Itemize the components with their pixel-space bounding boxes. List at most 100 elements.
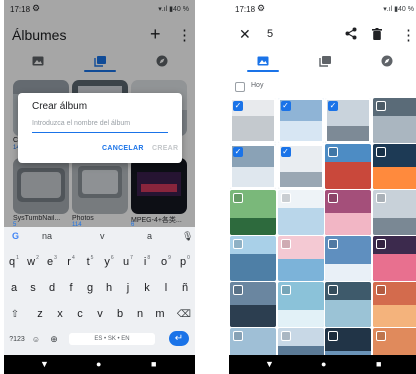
- album-name-input[interactable]: Introduzca el nombre del álbum: [32, 117, 168, 133]
- recents-icon[interactable]: ■: [151, 359, 156, 369]
- key-m[interactable]: m: [151, 304, 169, 324]
- back-icon[interactable]: ▼: [265, 359, 274, 369]
- unchecked-checkbox-icon[interactable]: [233, 331, 243, 341]
- key-ñ[interactable]: ñ: [176, 278, 194, 298]
- suggestion-item[interactable]: na: [42, 231, 52, 241]
- photo-thumbnail[interactable]: ✓: [325, 98, 371, 143]
- emoji-key[interactable]: ☺: [29, 329, 43, 349]
- photo-thumbnail[interactable]: ✓: [277, 144, 324, 189]
- backspace-key[interactable]: ⌫: [175, 304, 193, 324]
- key-c[interactable]: c: [71, 304, 89, 324]
- checked-checkbox-icon[interactable]: ✓: [233, 101, 243, 111]
- cancel-button[interactable]: CANCELAR: [102, 145, 144, 152]
- key-g[interactable]: g: [81, 278, 99, 298]
- key-d[interactable]: d: [43, 278, 61, 298]
- key-v[interactable]: v: [91, 304, 109, 324]
- key-n[interactable]: n: [131, 304, 149, 324]
- unchecked-checkbox-icon[interactable]: [328, 193, 338, 203]
- unchecked-checkbox-icon[interactable]: [233, 285, 243, 295]
- key-p[interactable]: p0: [176, 252, 194, 272]
- shift-key[interactable]: ⇧: [6, 304, 24, 324]
- key-s[interactable]: s: [24, 278, 42, 298]
- photo-thumbnail[interactable]: [325, 144, 371, 189]
- tab-photos[interactable]: [243, 50, 283, 72]
- checked-checkbox-icon[interactable]: ✓: [280, 147, 291, 157]
- key-y[interactable]: y6: [100, 252, 118, 272]
- unchecked-checkbox-icon[interactable]: [280, 239, 291, 249]
- photo-thumbnail[interactable]: [325, 190, 371, 235]
- more-options-icon[interactable]: ⋮: [401, 28, 416, 43]
- create-button[interactable]: CREAR: [152, 145, 178, 152]
- photo-thumbnail[interactable]: [277, 236, 324, 281]
- key-z[interactable]: z: [31, 304, 49, 324]
- globe-icon[interactable]: ⊕: [47, 329, 61, 349]
- key-l[interactable]: l: [157, 278, 175, 298]
- key-t[interactable]: t5: [81, 252, 99, 272]
- unchecked-checkbox-icon[interactable]: [328, 285, 338, 295]
- home-icon[interactable]: ●: [321, 359, 326, 369]
- google-g-icon[interactable]: G: [12, 231, 19, 241]
- key-q[interactable]: q1: [5, 252, 23, 272]
- key-x[interactable]: x: [51, 304, 69, 324]
- enter-key[interactable]: ↵: [169, 331, 189, 346]
- photo-thumbnail[interactable]: ✓: [230, 98, 276, 143]
- photo-thumbnail[interactable]: [230, 190, 276, 235]
- unchecked-checkbox-icon[interactable]: [375, 285, 386, 295]
- key-j[interactable]: j: [119, 278, 137, 298]
- close-icon[interactable]: ✕: [239, 27, 251, 42]
- photo-thumbnail[interactable]: [372, 282, 416, 327]
- photo-thumbnail[interactable]: ✓: [277, 98, 324, 143]
- unchecked-checkbox-icon[interactable]: [280, 193, 291, 203]
- numbers-key[interactable]: ?123: [6, 329, 28, 349]
- unchecked-checkbox-icon[interactable]: [280, 285, 291, 295]
- select-all-checkbox[interactable]: [235, 82, 245, 92]
- unchecked-checkbox-icon[interactable]: [233, 239, 243, 249]
- tab-explore[interactable]: [367, 50, 407, 72]
- key-a[interactable]: a: [5, 278, 23, 298]
- home-icon[interactable]: ●: [96, 359, 101, 369]
- photo-thumbnail[interactable]: [325, 282, 371, 327]
- key-r[interactable]: r4: [62, 252, 80, 272]
- unchecked-checkbox-icon[interactable]: [375, 331, 386, 341]
- tab-albums[interactable]: [305, 50, 345, 72]
- unchecked-checkbox-icon[interactable]: [375, 193, 386, 203]
- key-w[interactable]: w2: [24, 252, 42, 272]
- photo-thumbnail[interactable]: [372, 190, 416, 235]
- photo-thumbnail[interactable]: [230, 236, 276, 281]
- unchecked-checkbox-icon[interactable]: [375, 239, 386, 249]
- unchecked-checkbox-icon[interactable]: [280, 331, 291, 341]
- photo-thumbnail[interactable]: [372, 144, 416, 189]
- space-bar[interactable]: ES • SK • EN: [69, 333, 155, 345]
- unchecked-checkbox-icon[interactable]: [375, 147, 386, 157]
- photo-thumbnail[interactable]: [372, 98, 416, 143]
- checked-checkbox-icon[interactable]: ✓: [280, 101, 291, 111]
- unchecked-checkbox-icon[interactable]: [328, 147, 338, 157]
- unchecked-checkbox-icon[interactable]: [328, 331, 338, 341]
- key-k[interactable]: k: [138, 278, 156, 298]
- suggestion-item[interactable]: v: [100, 231, 105, 241]
- checked-checkbox-icon[interactable]: ✓: [233, 147, 243, 157]
- key-b[interactable]: b: [111, 304, 129, 324]
- key-e[interactable]: e3: [43, 252, 61, 272]
- checked-checkbox-icon[interactable]: ✓: [328, 101, 338, 111]
- photo-thumbnail[interactable]: [230, 282, 276, 327]
- photo-thumbnail[interactable]: ✓: [230, 144, 276, 189]
- unchecked-checkbox-icon[interactable]: [328, 239, 338, 249]
- microphone-icon[interactable]: 🎙: [182, 231, 193, 242]
- key-i[interactable]: i8: [138, 252, 156, 272]
- key-h[interactable]: h: [100, 278, 118, 298]
- photo-thumbnail[interactable]: [325, 236, 371, 281]
- trash-icon[interactable]: [372, 28, 382, 43]
- key-f[interactable]: f: [62, 278, 80, 298]
- recents-icon[interactable]: ■: [376, 359, 381, 369]
- key-u[interactable]: u7: [119, 252, 137, 272]
- share-icon[interactable]: [345, 27, 357, 43]
- key-o[interactable]: o9: [157, 252, 175, 272]
- back-icon[interactable]: ▼: [40, 359, 49, 369]
- photo-thumbnail[interactable]: [277, 190, 324, 235]
- unchecked-checkbox-icon[interactable]: [375, 101, 386, 111]
- unchecked-checkbox-icon[interactable]: [233, 193, 243, 203]
- suggestion-item[interactable]: a: [147, 231, 152, 241]
- photo-thumbnail[interactable]: [277, 282, 324, 327]
- photo-thumbnail[interactable]: [372, 236, 416, 281]
